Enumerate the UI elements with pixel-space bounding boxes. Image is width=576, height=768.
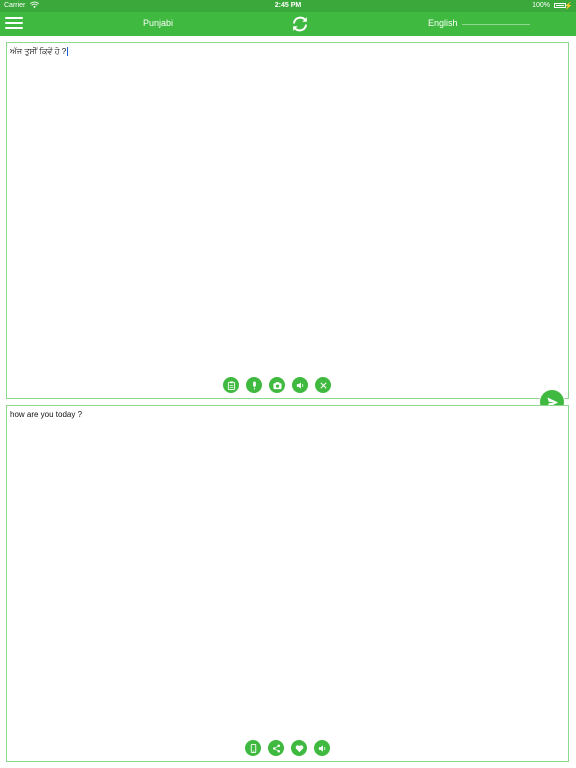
- share-icon: [272, 744, 280, 752]
- clock: 2:45 PM: [274, 2, 302, 9]
- clipboard-icon: [227, 380, 235, 390]
- camera-icon: [272, 381, 282, 389]
- battery-percent: 100%: [532, 2, 550, 9]
- translation-panel: how are you today ?: [6, 405, 569, 762]
- nav-divider: [462, 24, 530, 25]
- source-text-panel[interactable]: ਅੱਜ ਤੁਸੀਂ ਕਿਵੇਂ ਹੋ ?: [6, 42, 569, 399]
- favorite-heart-icon: [295, 744, 303, 752]
- microphone-icon: [252, 380, 256, 390]
- status-bar: Carrier 2:45 PM 100% ⚡: [0, 0, 576, 12]
- clear-icon: [319, 381, 327, 389]
- translation-toolbar: [245, 740, 330, 756]
- paste-button[interactable]: [223, 377, 239, 393]
- speak-translation-button[interactable]: [314, 740, 330, 756]
- speaker-icon: [296, 381, 303, 389]
- charging-icon: ⚡: [564, 3, 573, 10]
- camera-button[interactable]: [269, 377, 285, 393]
- share-button[interactable]: [268, 740, 284, 756]
- source-toolbar: [223, 377, 331, 393]
- speaker-icon: [318, 744, 325, 752]
- favorite-button[interactable]: [291, 740, 307, 756]
- swap-refresh-icon[interactable]: [289, 13, 311, 35]
- voice-input-button[interactable]: [246, 377, 262, 393]
- speak-source-button[interactable]: [292, 377, 308, 393]
- clear-button[interactable]: [315, 377, 331, 393]
- target-language-button[interactable]: English: [428, 18, 458, 28]
- copy-icon: [250, 743, 256, 753]
- nav-bar: Punjabi English: [0, 12, 576, 36]
- copy-button[interactable]: [245, 740, 261, 756]
- hamburger-menu-icon[interactable]: [5, 16, 23, 30]
- source-text-input[interactable]: ਅੱਜ ਤੁਸੀਂ ਕਿਵੇਂ ਹੋ ?: [10, 47, 68, 57]
- source-language-button[interactable]: Punjabi: [143, 18, 173, 28]
- translation-text: how are you today ?: [10, 410, 83, 419]
